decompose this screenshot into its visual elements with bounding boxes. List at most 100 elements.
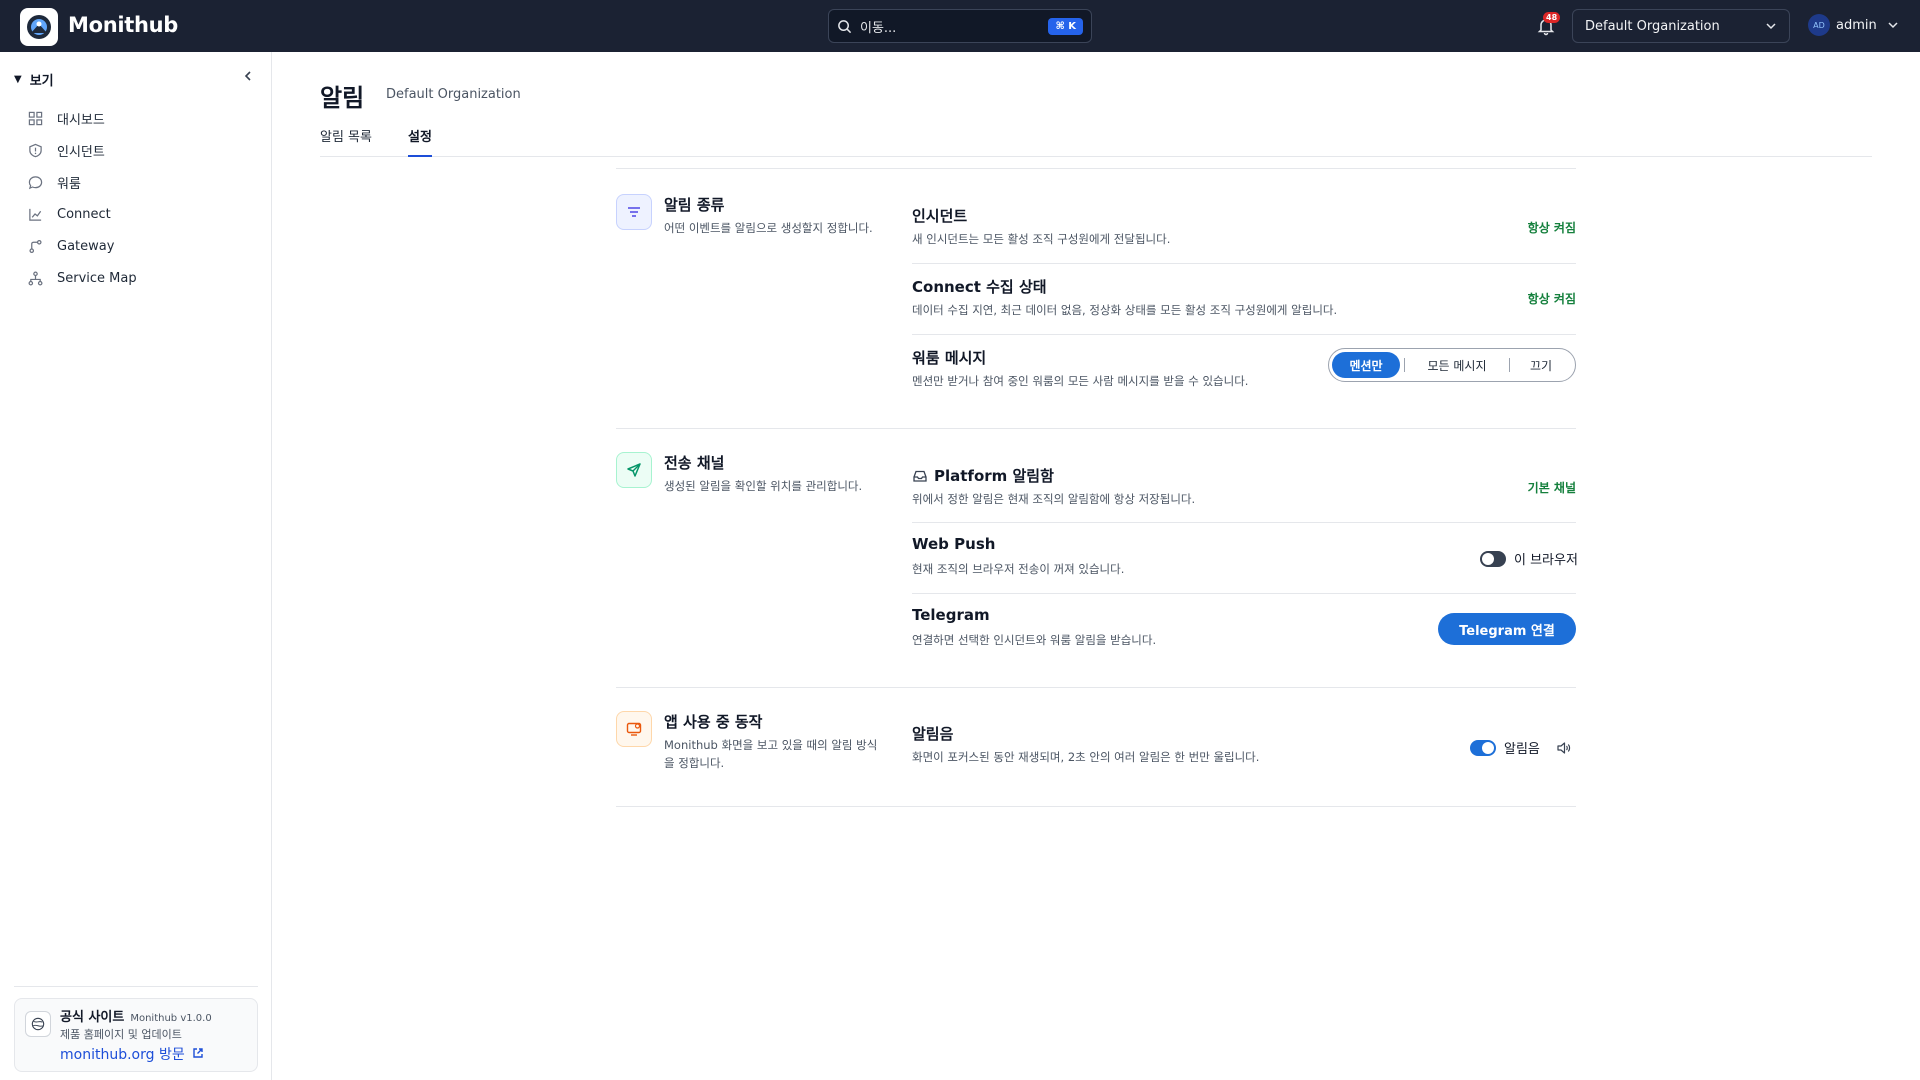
logo-icon bbox=[27, 15, 51, 39]
official-site-title: 공식 사이트 Monithub v1.0.0 bbox=[60, 1006, 212, 1025]
warroom-row-desc: 멘션만 받거나 참여 중인 워룸의 모든 사람 메시지를 받을 수 있습니다. bbox=[912, 374, 1249, 388]
sidebar-item-connect[interactable]: Connect bbox=[28, 198, 264, 230]
divider bbox=[616, 687, 1576, 688]
branch-icon bbox=[29, 239, 42, 253]
divider bbox=[616, 806, 1576, 807]
section-desc-types: 어떤 이벤트를 알림으로 생성할지 정합니다. bbox=[664, 221, 873, 235]
chevron-down-icon bbox=[1888, 22, 1898, 29]
section-desc-inapp: Monithub 화면을 보고 있을 때의 알림 방식을 정합니다. bbox=[664, 738, 878, 770]
search-shortcut-badge: ⌘ K bbox=[1048, 17, 1083, 35]
send-icon bbox=[616, 452, 652, 488]
user-menu[interactable]: AD admin bbox=[1808, 14, 1899, 36]
tab-bar: 알림 목록 설정 bbox=[320, 124, 1872, 157]
network-icon bbox=[28, 271, 43, 285]
version-label: Monithub v1.0.0 bbox=[130, 1013, 212, 1024]
chevron-down-icon bbox=[1766, 23, 1776, 30]
chat-icon bbox=[28, 175, 43, 189]
monithub-logo[interactable] bbox=[20, 8, 58, 46]
page-org-label: Default Organization bbox=[386, 87, 521, 102]
divider bbox=[912, 593, 1576, 594]
page-title: 알림 bbox=[320, 84, 365, 112]
divider bbox=[616, 428, 1576, 429]
chart-icon bbox=[29, 208, 42, 221]
sidebar-item-label: Connect bbox=[57, 206, 111, 222]
incident-row-desc: 새 인시던트는 모든 활성 조직 구성원에게 전달됩니다. bbox=[912, 232, 1171, 246]
collapse-sidebar-icon[interactable] bbox=[242, 70, 254, 86]
divider bbox=[616, 168, 1576, 169]
telegram-connect-button[interactable]: Telegram 연결 bbox=[1438, 613, 1576, 645]
toggle-switch-off bbox=[1480, 550, 1506, 567]
option-off[interactable]: 끄기 bbox=[1510, 352, 1572, 378]
divider bbox=[912, 334, 1576, 335]
sound-row-title: 알림음 bbox=[912, 725, 954, 743]
toggle-switch-on bbox=[1470, 739, 1496, 756]
caret-down-icon: ▼ bbox=[14, 74, 22, 85]
organization-select-value: Default Organization bbox=[1585, 18, 1720, 34]
sidebar-item-label: 대시보드 bbox=[57, 112, 105, 128]
sound-row-desc: 화면이 포커스된 동안 재생되며, 2초 안의 여러 알림은 한 번만 울립니다… bbox=[912, 750, 1260, 764]
sidebar-item-incident[interactable]: 인시던트 bbox=[28, 134, 264, 166]
inbox-row-title: Platform 알림함 bbox=[912, 465, 1054, 486]
section-title-channels: 전송 채널 bbox=[664, 454, 725, 472]
official-site-card: 공식 사이트 Monithub v1.0.0 제품 홈페이지 및 업데이트 mon… bbox=[14, 998, 258, 1072]
monitor-icon bbox=[616, 711, 652, 747]
incident-row-title: 인시던트 bbox=[912, 207, 968, 225]
shield-icon bbox=[29, 143, 42, 157]
sidebar-item-dashboard[interactable]: 대시보드 bbox=[28, 102, 264, 134]
option-all-messages[interactable]: 모든 메시지 bbox=[1405, 352, 1509, 378]
official-site-link[interactable]: monithub.org 방문 bbox=[60, 1044, 204, 1064]
filter-icon bbox=[616, 194, 652, 230]
sidebar-item-service-map[interactable]: Service Map bbox=[28, 262, 264, 294]
dashboard-icon bbox=[28, 111, 43, 125]
divider bbox=[14, 986, 258, 987]
webpush-row-desc: 현재 조직의 브라우저 전송이 꺼져 있습니다. bbox=[912, 562, 1125, 576]
tab-settings[interactable]: 설정 bbox=[408, 126, 432, 157]
organization-select[interactable]: Default Organization bbox=[1572, 9, 1790, 43]
official-site-subtitle: 제품 홈페이지 및 업데이트 bbox=[60, 1028, 182, 1041]
user-name: admin bbox=[1836, 17, 1877, 33]
incident-status-badge: 항상 켜짐 bbox=[1527, 221, 1576, 235]
section-title-inapp: 앱 사용 중 동작 bbox=[664, 713, 763, 731]
telegram-row-desc: 연결하면 선택한 인시던트와 워룸 알림을 받습니다. bbox=[912, 633, 1157, 647]
avatar: AD bbox=[1808, 14, 1830, 36]
warroom-message-segmented-control: 멘션만 모든 메시지 끄기 bbox=[1328, 348, 1576, 382]
tab-notification-list[interactable]: 알림 목록 bbox=[320, 126, 372, 157]
webpush-toggle[interactable]: 이 브라우저 bbox=[1480, 549, 1578, 568]
inbox-status-badge: 기본 채널 bbox=[1527, 481, 1576, 495]
divider bbox=[912, 522, 1576, 523]
sidebar-nav: 대시보드 인시던트 워룸 Connect Gateway Service Map bbox=[28, 102, 264, 294]
sidebar-section-header[interactable]: ▼ 보기 bbox=[14, 70, 254, 89]
sound-toggle-label: 알림음 bbox=[1504, 742, 1540, 757]
sidebar: ▼ 보기 대시보드 인시던트 워룸 Connect Gateway Servic… bbox=[0, 52, 272, 1080]
sound-toggle[interactable]: 알림음 bbox=[1470, 738, 1572, 757]
sidebar-item-label: Service Map bbox=[57, 270, 137, 286]
sidebar-item-label: 인시던트 bbox=[57, 144, 105, 160]
search-input[interactable]: 이동... ⌘ K bbox=[828, 9, 1092, 43]
section-title-types: 알림 종류 bbox=[664, 196, 725, 214]
divider bbox=[912, 263, 1576, 264]
connect-row-desc: 데이터 수집 지연, 최근 데이터 없음, 정상화 상태를 모든 활성 조직 구… bbox=[912, 303, 1338, 317]
inbox-row-label: Platform 알림함 bbox=[934, 467, 1054, 485]
warroom-row-title: 워룸 메시지 bbox=[912, 349, 987, 367]
official-site-link-label: monithub.org 방문 bbox=[60, 1047, 185, 1063]
inbox-row-desc: 위에서 정한 알림은 현재 조직의 알림함에 항상 저장됩니다. bbox=[912, 492, 1196, 506]
section-desc-channels: 생성된 알림을 확인할 위치를 관리합니다. bbox=[664, 479, 863, 493]
sidebar-item-label: Gateway bbox=[57, 238, 115, 254]
sidebar-item-warroom[interactable]: 워룸 bbox=[28, 166, 264, 198]
external-link-icon bbox=[193, 1048, 203, 1058]
webpush-row-title: Web Push bbox=[912, 535, 996, 553]
connect-row-title: Connect 수집 상태 bbox=[912, 278, 1047, 296]
speaker-icon[interactable] bbox=[1556, 740, 1572, 756]
notification-count-badge: 48 bbox=[1543, 12, 1561, 23]
sidebar-item-gateway[interactable]: Gateway bbox=[28, 230, 264, 262]
brand-name: Monithub bbox=[68, 13, 179, 37]
sidebar-section-label: 보기 bbox=[29, 74, 54, 89]
search-placeholder: 이동... bbox=[860, 20, 897, 36]
globe-icon bbox=[25, 1011, 51, 1037]
official-site-label: 공식 사이트 bbox=[60, 1010, 125, 1025]
search-icon bbox=[838, 19, 852, 33]
sidebar-item-label: 워룸 bbox=[57, 176, 81, 192]
top-bar: Monithub 이동... ⌘ K 48 Default Organizati… bbox=[0, 0, 1920, 52]
option-mentions-only[interactable]: 멘션만 bbox=[1332, 352, 1400, 378]
connect-status-badge: 항상 켜짐 bbox=[1527, 292, 1576, 306]
